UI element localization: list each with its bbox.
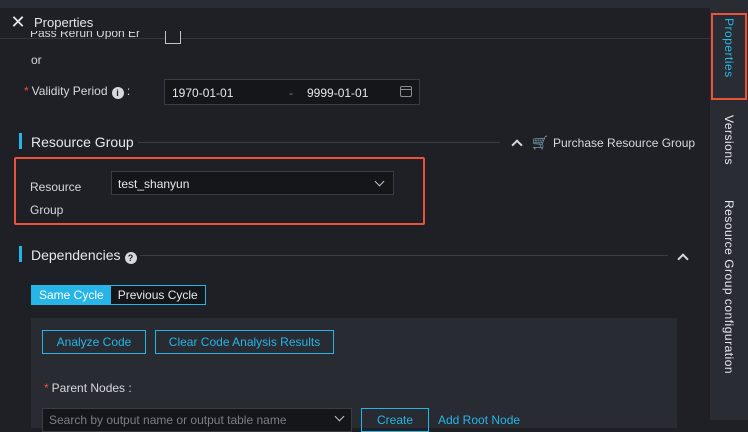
cart-icon[interactable]: 🛒 (532, 135, 548, 151)
parent-nodes-label: * Parent Nodes : (44, 381, 132, 395)
validity-period-label: * Validity Period i : (24, 84, 131, 99)
required-mark: * (24, 84, 29, 98)
create-button[interactable]: Create (361, 408, 429, 432)
start-date[interactable]: 1970-01-01 (172, 86, 233, 100)
parent-search-input[interactable]: Search by output name or output table na… (42, 408, 352, 432)
resource-group-heading: Resource Group (31, 134, 134, 150)
purchase-resource-group-link[interactable]: Purchase Resource Group (553, 136, 695, 150)
clear-analysis-button[interactable]: Clear Code Analysis Results (155, 330, 334, 354)
highlight-box-properties-tab (711, 13, 747, 100)
analyze-code-button[interactable]: Analyze Code (42, 330, 146, 354)
highlight-box-resource-group (14, 157, 425, 225)
tab-same-cycle[interactable]: Same Cycle (32, 286, 111, 304)
rerun-checkbox[interactable] (165, 31, 181, 44)
section-marker (19, 246, 22, 262)
divider (140, 255, 668, 256)
tab-versions[interactable]: Versions (722, 115, 736, 165)
tab-resource-group-configuration[interactable]: Resource Group configuration (722, 200, 736, 374)
dependencies-heading: Dependencies? (31, 247, 137, 264)
cycle-toggle: Same Cycle Previous Cycle (31, 285, 206, 305)
end-date[interactable]: 9999-01-01 (307, 86, 368, 100)
info-icon[interactable]: i (111, 87, 124, 99)
date-separator: - (289, 86, 293, 100)
calendar-icon[interactable] (400, 86, 412, 97)
close-icon[interactable]: ✕ (10, 13, 26, 31)
page-title: Properties (34, 15, 94, 30)
add-root-node-link[interactable]: Add Root Node (438, 413, 520, 427)
or-label: or (31, 53, 42, 67)
top-band (0, 0, 748, 8)
tab-previous-cycle[interactable]: Previous Cycle (110, 286, 205, 304)
section-marker (19, 133, 22, 149)
rerun-label: Pass Rerun Upon Er (30, 31, 141, 39)
required-mark: * (44, 381, 49, 395)
help-icon[interactable]: ? (124, 252, 137, 264)
divider (138, 142, 500, 143)
